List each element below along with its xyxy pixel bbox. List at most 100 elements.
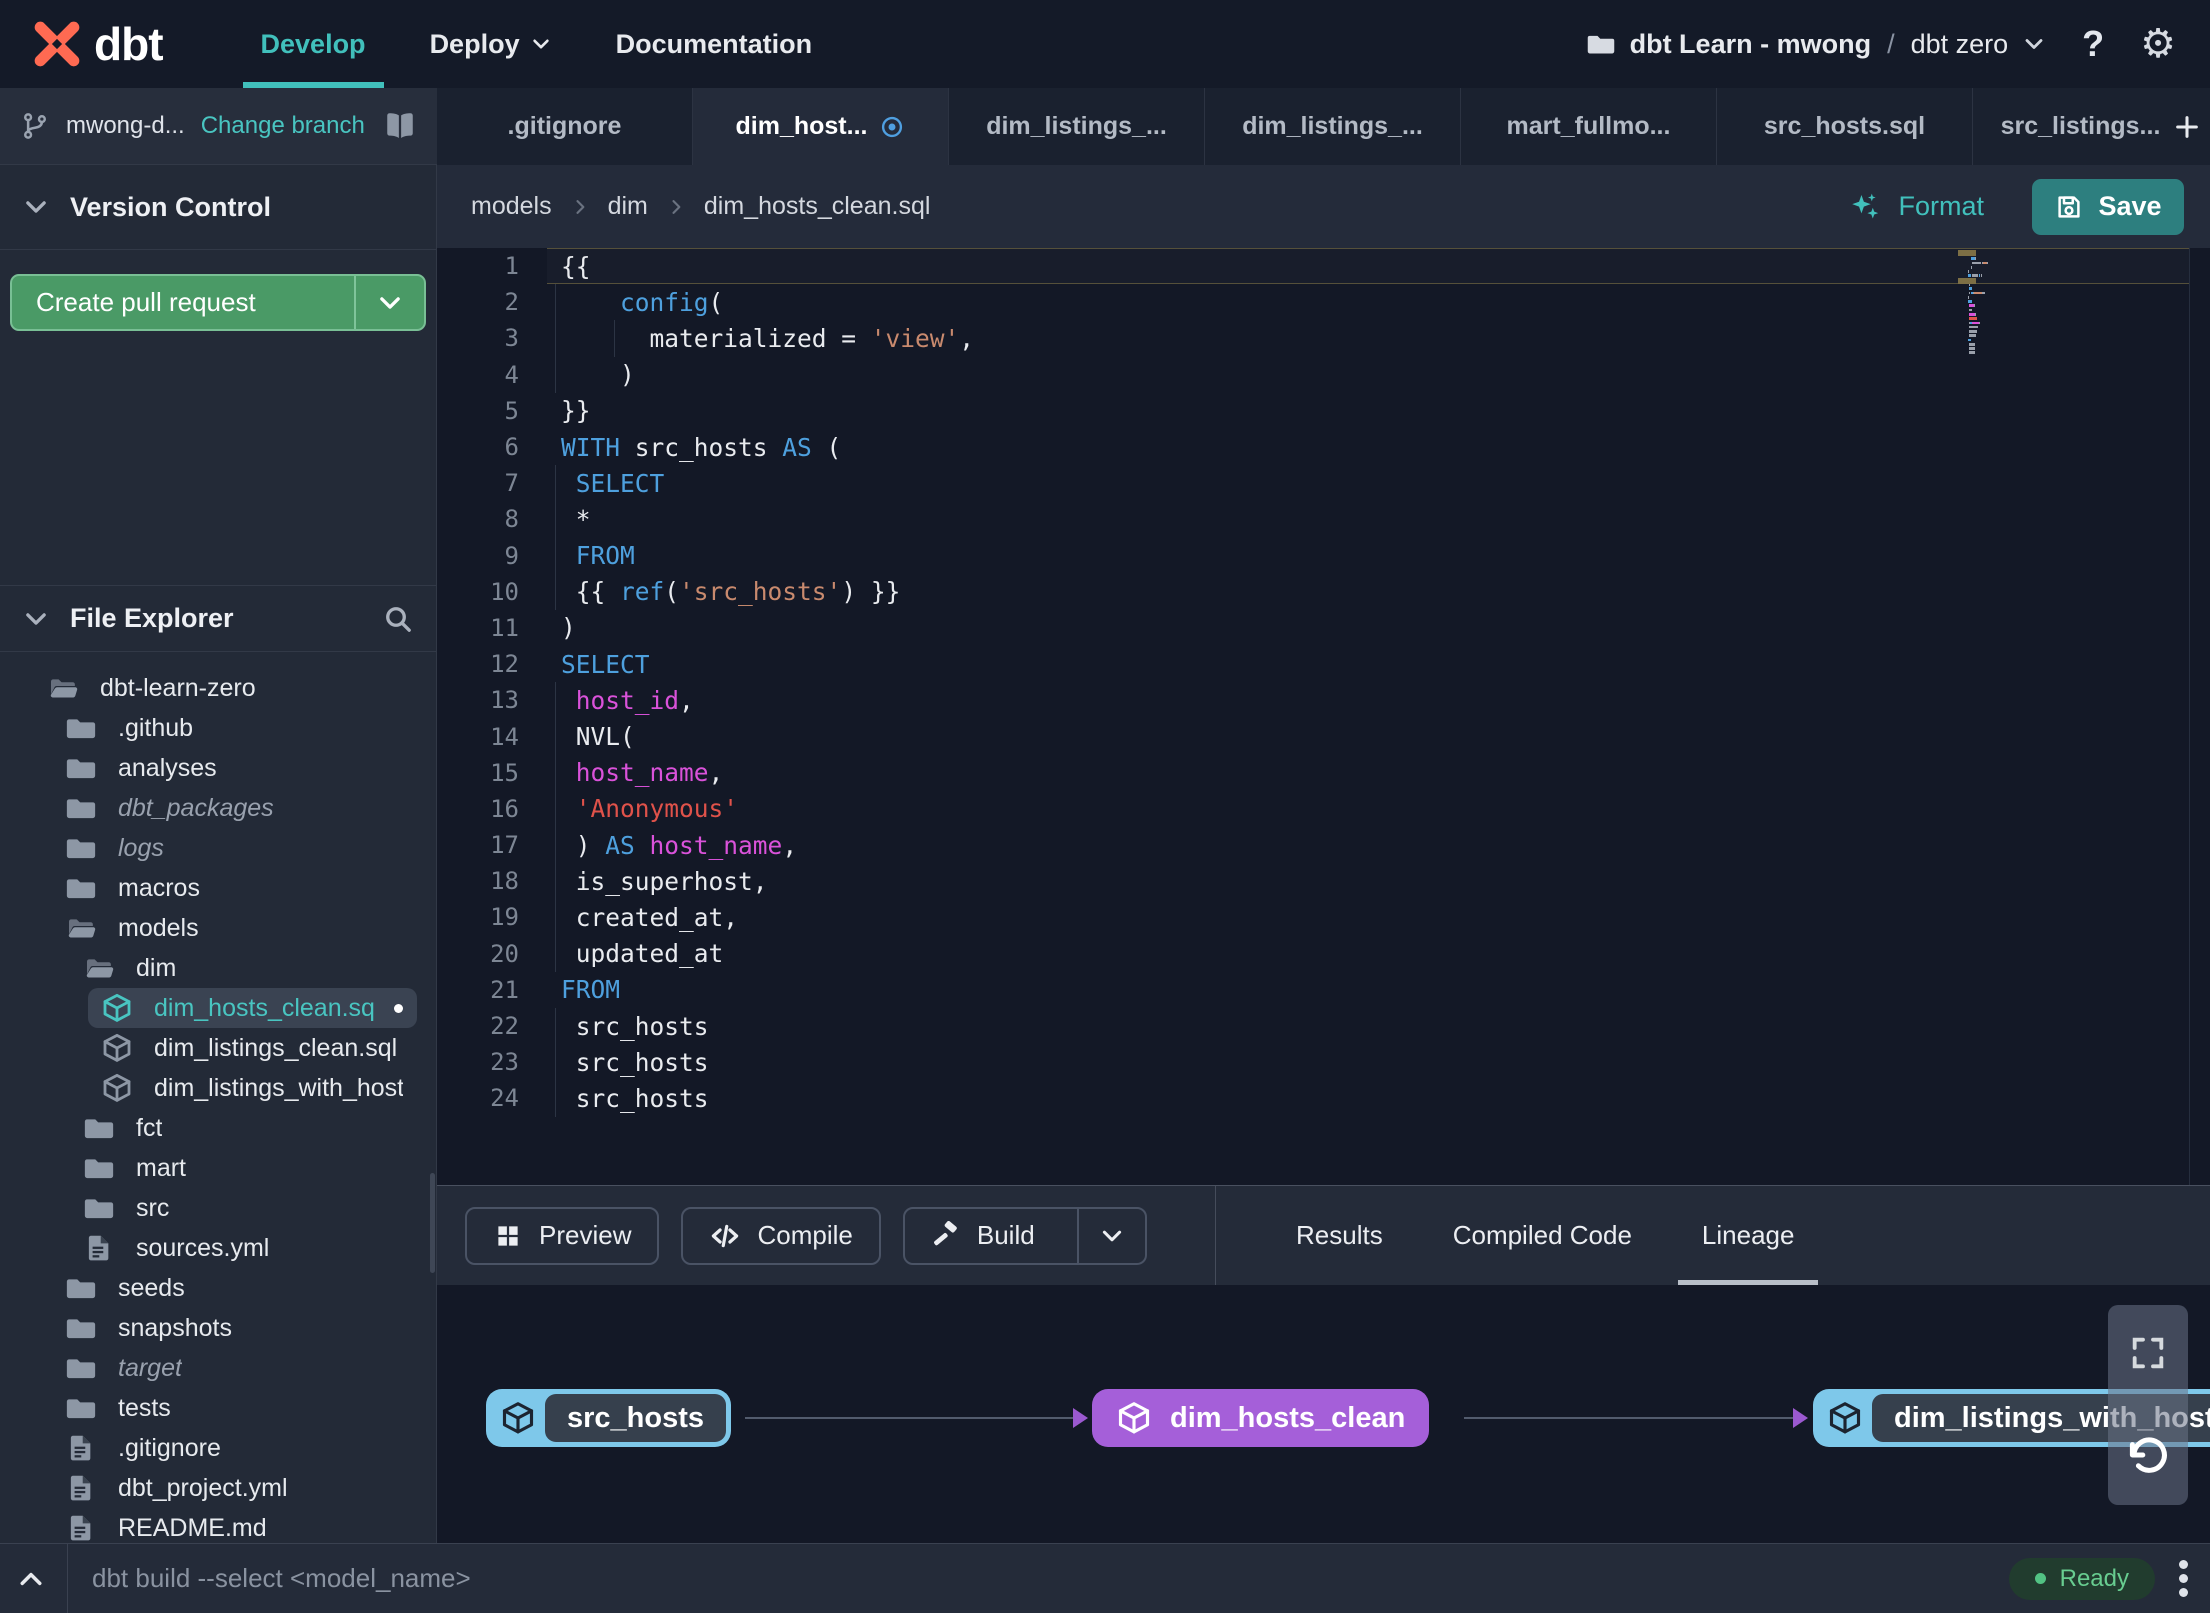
tree-folder-.github[interactable]: .github (0, 708, 436, 748)
tree-file-dbt_project.yml[interactable]: dbt_project.yml (0, 1468, 436, 1508)
tree-item-label: models (118, 913, 199, 942)
nav-deploy[interactable]: Deploy (398, 0, 584, 88)
line-number: 17 (490, 831, 519, 860)
tree-folder-analyses[interactable]: analyses (0, 748, 436, 788)
code-area[interactable]: {{ config( materialized = 'view', )}} WIT… (547, 248, 2190, 1117)
tree-file-sources.yml[interactable]: sources.yml (0, 1228, 436, 1268)
file-tab-3[interactable]: dim_listings_... (1205, 88, 1461, 165)
sidebar-scrollbar[interactable] (430, 1173, 435, 1273)
code-line[interactable]: }} (547, 393, 2190, 429)
breadcrumb-item[interactable]: dim (608, 192, 648, 221)
tree-folder-tests[interactable]: tests (0, 1388, 436, 1428)
tree-folder-macros[interactable]: macros (0, 868, 436, 908)
code-line[interactable]: config( (547, 284, 2190, 321)
save-button[interactable]: Save (2032, 178, 2184, 235)
code-line[interactable]: {{ (547, 248, 2190, 285)
tree-folder-snapshots[interactable]: snapshots (0, 1308, 436, 1348)
code-line[interactable]: materialized = 'view', (547, 320, 2190, 357)
tree-folder-models[interactable]: models (0, 908, 436, 948)
tree-folder-dim[interactable]: dim (0, 948, 436, 988)
help-button[interactable]: ? (2076, 23, 2110, 65)
file-explorer-header[interactable]: File Explorer (0, 585, 436, 652)
breadcrumb: models dim dim_hosts_clean.sql (471, 192, 930, 221)
tree-folder-fct[interactable]: fct (0, 1108, 436, 1148)
modified-indicator-icon (879, 114, 905, 140)
tab-results[interactable]: Results (1268, 1186, 1411, 1285)
code-line[interactable]: host_id, (547, 682, 2190, 719)
code-line[interactable]: is_superhost, (547, 863, 2190, 900)
code-line[interactable]: src_hosts (547, 1044, 2190, 1081)
code-line[interactable]: SELECT (547, 646, 2190, 682)
build-button[interactable]: Build (902, 1206, 1147, 1265)
code-line[interactable]: * (547, 501, 2190, 538)
code-line[interactable]: FROM (547, 537, 2190, 574)
code-line[interactable]: ) AS host_name, (547, 827, 2190, 864)
code-line[interactable]: created_at, (547, 899, 2190, 936)
code-line[interactable]: SELECT (547, 465, 2190, 502)
refresh-icon[interactable] (2124, 1433, 2172, 1481)
breadcrumb-item[interactable]: models (471, 192, 552, 221)
tab-lineage[interactable]: Lineage (1674, 1186, 1823, 1285)
fullscreen-icon[interactable] (2128, 1333, 2168, 1373)
breadcrumb-item[interactable]: dim_hosts_clean.sql (704, 192, 931, 221)
file-tab-0[interactable]: .gitignore (437, 88, 693, 165)
folder-icon (64, 751, 98, 785)
tree-folder-dbt_packages[interactable]: dbt_packages (0, 788, 436, 828)
tree-file-dim_listings_clean.sql[interactable]: dim_listings_clean.sql (0, 1028, 436, 1068)
new-tab-button[interactable] (2164, 88, 2210, 165)
code-line[interactable]: WITH src_hosts AS ( (547, 429, 2190, 465)
code-line[interactable]: ) (547, 610, 2190, 646)
book-icon[interactable] (383, 109, 417, 143)
minimap[interactable] (1968, 253, 2038, 356)
branch-name: mwong-d... (66, 112, 185, 139)
lineage-node-dim-hosts-clean[interactable]: dim_hosts_clean (1092, 1389, 1430, 1447)
build-dropdown-button[interactable] (1076, 1208, 1145, 1263)
project-selector[interactable]: dbt Learn - mwong / dbt zero (1586, 29, 2047, 60)
nav-documentation[interactable]: Documentation (584, 0, 845, 88)
file-tab-1[interactable]: dim_host... (693, 88, 949, 165)
file-tab-6[interactable]: src_listings... (1973, 88, 2164, 165)
code-line[interactable]: 'Anonymous' (547, 790, 2190, 827)
tree-folder-mart[interactable]: mart (0, 1148, 436, 1188)
lineage-node-src-hosts[interactable]: src_hosts (486, 1389, 732, 1447)
folder-open-icon (46, 671, 80, 705)
compile-button[interactable]: Compile (681, 1206, 881, 1265)
pr-dropdown-button[interactable] (354, 276, 424, 329)
code-line[interactable]: NVL( (547, 718, 2190, 755)
tree-file-dim_listings_with_hosts...[interactable]: dim_listings_with_hosts... (0, 1068, 436, 1108)
tree-folder-src[interactable]: src (0, 1188, 436, 1228)
code-line[interactable]: {{ ref('src_hosts') }} (547, 573, 2190, 610)
chevron-up-icon[interactable] (16, 1564, 46, 1594)
nav-develop[interactable]: Develop (229, 0, 398, 88)
lineage-canvas[interactable]: src_hosts dim_hosts_clean dim_listings_w… (437, 1285, 2210, 1543)
tree-folder-seeds[interactable]: seeds (0, 1268, 436, 1308)
gear-icon[interactable]: ⚙ (2140, 24, 2176, 64)
change-branch-link[interactable]: Change branch (201, 112, 365, 140)
tree-file-dim_hosts_clean.sql[interactable]: dim_hosts_clean.sql (0, 988, 436, 1028)
format-button[interactable]: Format (1838, 190, 1994, 224)
code-line[interactable]: ) (547, 356, 2190, 393)
create-pull-request-button[interactable]: Create pull request (10, 274, 426, 331)
tab-compiled-code[interactable]: Compiled Code (1425, 1186, 1660, 1285)
overflow-menu-button[interactable] (2179, 1560, 2188, 1597)
tree-folder-logs[interactable]: logs (0, 828, 436, 868)
code-line[interactable]: FROM (547, 972, 2190, 1008)
code-line[interactable]: updated_at (547, 935, 2190, 972)
code-editor[interactable]: 1 2 3 4 5 6 7 8 9 10 11 12 13 14 15 16 17 18 19 20 21 22 23 24 … (437, 248, 2210, 1185)
tree-item-label: mart (136, 1153, 186, 1182)
tree-folder-target[interactable]: target (0, 1348, 436, 1388)
search-icon[interactable] (382, 603, 414, 635)
tree-file-.gitignore[interactable]: .gitignore (0, 1428, 436, 1468)
tree-file-README.md[interactable]: README.md (0, 1508, 436, 1543)
code-line[interactable]: src_hosts (547, 1007, 2190, 1045)
file-tab-2[interactable]: dim_listings_... (949, 88, 1205, 165)
preview-button[interactable]: Preview (465, 1206, 660, 1265)
file-tab-4[interactable]: mart_fullmo... (1461, 88, 1717, 165)
dbt-logo[interactable]: dbt (0, 17, 189, 71)
tree-folder-dbt-learn-zero[interactable]: dbt-learn-zero (0, 668, 436, 708)
command-input[interactable]: dbt build --select <model_name> (92, 1563, 471, 1594)
code-line[interactable]: src_hosts (547, 1080, 2190, 1117)
version-control-header[interactable]: Version Control (0, 165, 436, 250)
code-line[interactable]: host_name, (547, 754, 2190, 791)
file-tab-5[interactable]: src_hosts.sql (1717, 88, 1973, 165)
